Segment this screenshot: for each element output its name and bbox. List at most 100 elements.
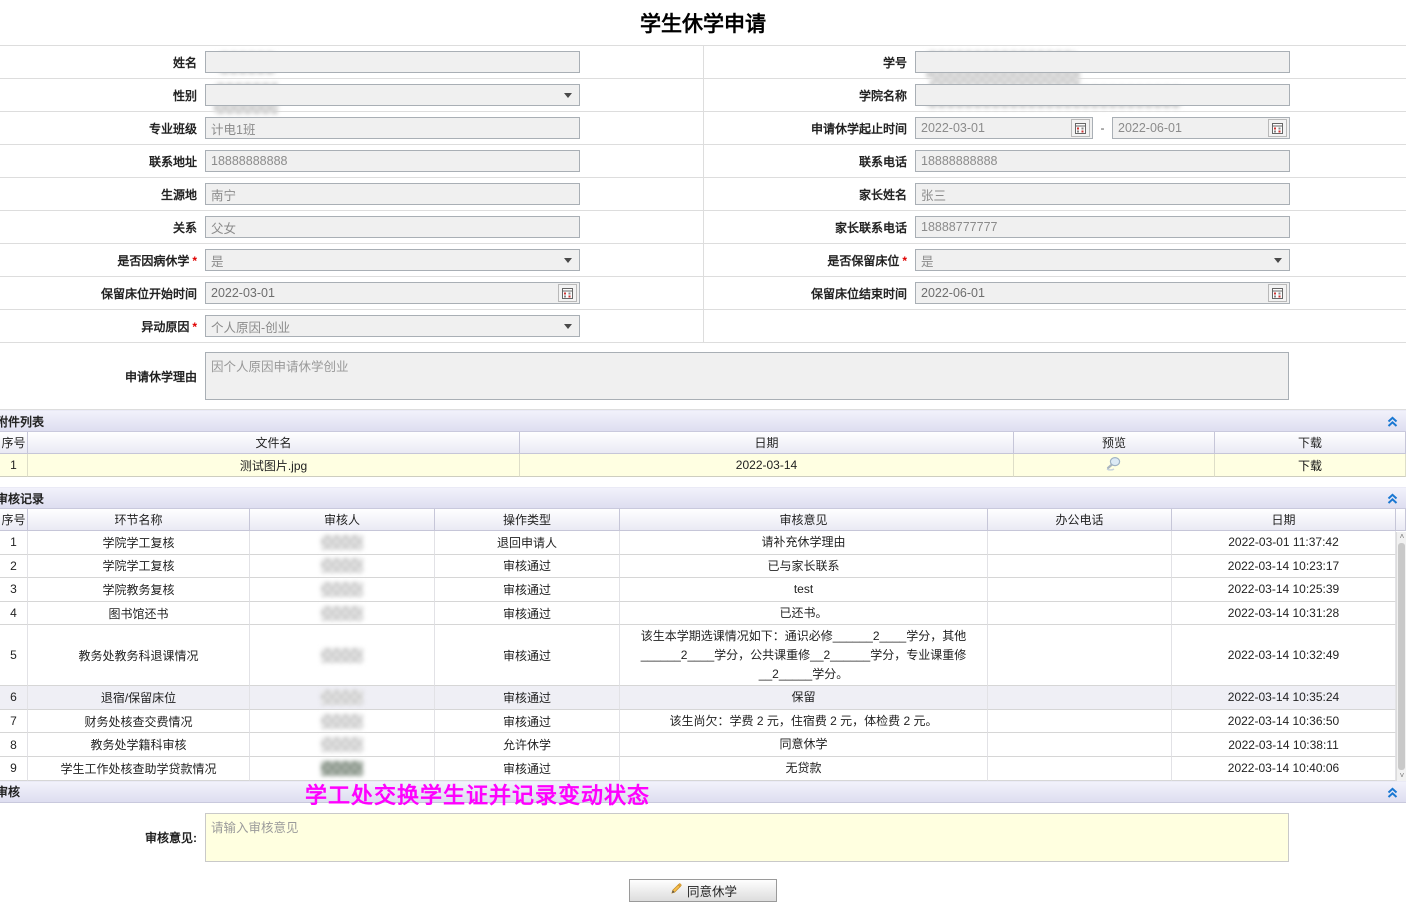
pencil-icon: [669, 882, 682, 898]
audit-comment-textarea[interactable]: [205, 813, 1289, 862]
review-section-bar: 审核记录: [0, 487, 1406, 509]
cell-date: 2022-03-01 11:37:42: [1172, 531, 1396, 555]
cell-reviewer: [250, 686, 435, 710]
review-row: 7 财务处核查交费情况 审核通过 该生尚欠：学费 2 元，住宿费 2 元，体检费…: [0, 710, 1396, 734]
review-row: 9 学生工作处核查助学贷款情况 审核通过 无贷款 2022-03-14 10:4…: [0, 757, 1396, 781]
form-row: 姓名 学号: [0, 46, 1406, 79]
cell-comment: 保留: [620, 686, 988, 710]
cell-office-phone: [988, 757, 1172, 781]
field-change-reason: 异动原因* 个人原因-创业: [0, 310, 703, 342]
cell-date: 2022-03-14 10:36:50: [1172, 710, 1396, 734]
collapse-icon[interactable]: [1386, 786, 1399, 802]
cell-comment: 请补充休学理由: [620, 531, 988, 555]
audit-section-bar: 审核 学工处交换学生证并记录变动状态: [0, 781, 1406, 803]
bed-start-label: 保留床位开始时间: [0, 285, 205, 302]
cell-action: 审核通过: [435, 686, 620, 710]
col-index: 序号: [0, 509, 28, 531]
calendar-icon[interactable]: [1071, 119, 1090, 137]
scroll-up-arrow[interactable]: ˄: [1398, 533, 1406, 541]
origin-input[interactable]: 南宁: [205, 183, 580, 205]
collapse-icon[interactable]: [1386, 415, 1399, 431]
attachment-filename: 测试图片.jpg: [28, 454, 520, 477]
parent-phone-input[interactable]: 18888777777: [915, 216, 1290, 238]
cell-office-phone: [988, 602, 1172, 626]
form-row: 联系地址 18888888888 联系电话 18888888888: [0, 145, 1406, 178]
cell-index: 3: [0, 578, 28, 602]
scroll-down-arrow[interactable]: ˅: [1398, 772, 1406, 780]
review-row: 5 教务处教务科退课情况 审核通过 该生本学期选课情况如下：通识必修______…: [0, 625, 1396, 686]
cell-comment: 无贷款: [620, 757, 988, 781]
redacted-reviewer: [321, 582, 363, 597]
student-id-input[interactable]: [915, 51, 1290, 73]
bed-start-date-input[interactable]: 2022-03-01: [205, 282, 580, 304]
cell-date: 2022-03-14 10:38:11: [1172, 733, 1396, 757]
cell-index: 9: [0, 757, 28, 781]
origin-label: 生源地: [0, 186, 205, 203]
cell-reviewer: [250, 710, 435, 734]
review-row: 8 教务处学籍科审核 允许休学 同意休学 2022-03-14 10:38:11: [0, 733, 1396, 757]
cell-office-phone: [988, 686, 1172, 710]
contact-phone-input[interactable]: 18888888888: [915, 150, 1290, 172]
download-link[interactable]: 下载: [1298, 457, 1322, 474]
cell-date: 2022-03-14 10:31:28: [1172, 602, 1396, 626]
cell-office-phone: [988, 733, 1172, 757]
gender-select[interactable]: [205, 84, 580, 106]
dropdown-arrow-icon: [564, 258, 572, 263]
attachment-date: 2022-03-14: [520, 454, 1014, 477]
change-reason-select[interactable]: 个人原因-创业: [205, 315, 580, 337]
cell-index: 6: [0, 686, 28, 710]
relationship-input[interactable]: 父女: [205, 216, 580, 238]
cell-reviewer: [250, 578, 435, 602]
bed-end-date-input[interactable]: 2022-06-01: [915, 282, 1290, 304]
collapse-icon[interactable]: [1386, 492, 1399, 508]
attachment-row: 1 测试图片.jpg 2022-03-14 下载: [0, 454, 1406, 477]
calendar-icon[interactable]: [1268, 284, 1287, 302]
major-class-label: 专业班级: [0, 120, 205, 137]
field-bed-end: 保留床位结束时间 2022-06-01: [703, 277, 1406, 309]
cell-comment: 该生本学期选课情况如下：通识必修______2____学分，其他______2_…: [620, 625, 988, 686]
cell-office-phone: [988, 710, 1172, 734]
leave-end-date-input[interactable]: 2022-06-01: [1112, 117, 1290, 139]
scrollbar-thumb[interactable]: [1398, 543, 1405, 770]
cell-step: 财务处核查交费情况: [28, 710, 250, 734]
cell-reviewer: [250, 733, 435, 757]
review-table-header: 序号 环节名称 审核人 操作类型 审核意见 办公电话 日期: [0, 509, 1406, 531]
sick-leave-select[interactable]: 是: [205, 249, 580, 271]
cell-office-phone: [988, 531, 1172, 555]
calendar-icon[interactable]: [558, 284, 577, 302]
field-name: 姓名: [0, 46, 703, 78]
calendar-icon[interactable]: [1268, 119, 1287, 137]
contact-address-input[interactable]: 18888888888: [205, 150, 580, 172]
field-gender: 性别: [0, 79, 703, 111]
redacted-reviewer: [321, 558, 363, 573]
cell-date: 2022-03-14 10:32:49: [1172, 625, 1396, 686]
review-table-scrollbar[interactable]: ˄ ˅: [1396, 532, 1406, 781]
sick-leave-label: 是否因病休学*: [0, 252, 205, 269]
audit-comment-label: 审核意见:: [0, 813, 205, 846]
cell-step: 教务处学籍科审核: [28, 733, 250, 757]
college-input[interactable]: [915, 84, 1290, 106]
cell-action: 审核通过: [435, 602, 620, 626]
leave-reason-textarea[interactable]: 因个人原因申请休学创业: [205, 352, 1289, 400]
student-id-label: 学号: [704, 54, 915, 71]
field-bed-start: 保留床位开始时间 2022-03-01: [0, 277, 703, 309]
form-row: 是否因病休学* 是 是否保留床位* 是: [0, 244, 1406, 277]
parent-name-label: 家长姓名: [704, 186, 915, 203]
name-input[interactable]: [205, 51, 580, 73]
review-row: 1 学院学工复核 退回申请人 请补充休学理由 2022-03-01 11:37:…: [0, 531, 1396, 555]
col-comment: 审核意见: [620, 509, 988, 531]
leave-start-date-input[interactable]: 2022-03-01: [915, 117, 1093, 139]
col-preview: 预览: [1014, 432, 1215, 454]
gender-label: 性别: [0, 87, 205, 104]
cell-comment: 已与家长联系: [620, 555, 988, 579]
cell-index: 7: [0, 710, 28, 734]
approve-leave-button[interactable]: 同意休学: [629, 879, 777, 902]
major-class-input[interactable]: 计电1班: [205, 117, 580, 139]
cell-action: 审核通过: [435, 578, 620, 602]
cell-action: 允许休学: [435, 733, 620, 757]
cell-step: 退宿/保留床位: [28, 686, 250, 710]
parent-name-input[interactable]: 张三: [915, 183, 1290, 205]
magnifier-icon[interactable]: [1105, 456, 1123, 474]
keep-bed-select[interactable]: 是: [915, 249, 1290, 271]
cell-step: 教务处教务科退课情况: [28, 625, 250, 686]
